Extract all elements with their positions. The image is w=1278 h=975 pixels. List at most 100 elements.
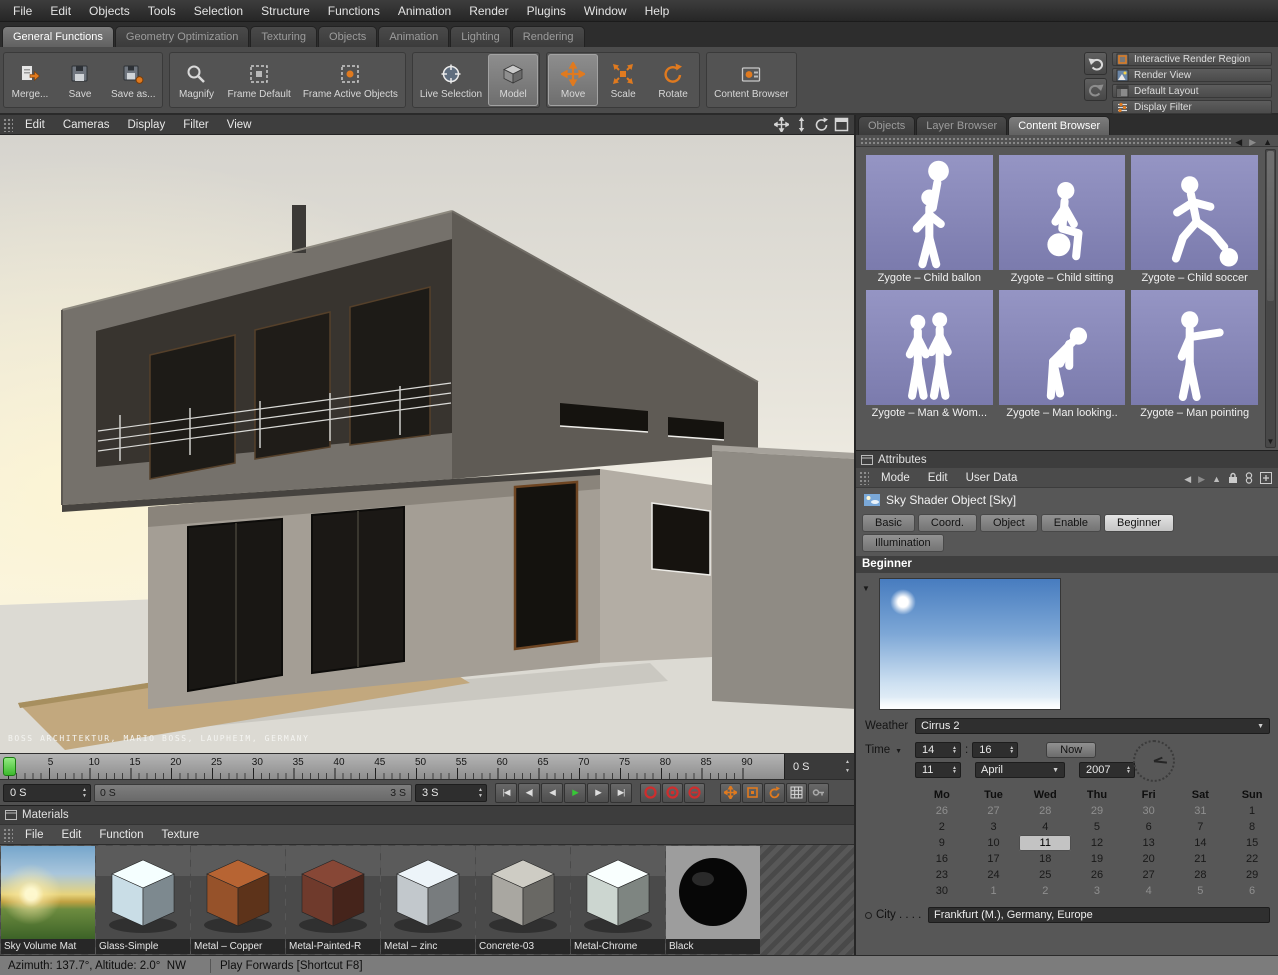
previous-frame-button[interactable]: ◀ <box>541 783 563 803</box>
month-select[interactable]: April <box>975 762 1065 778</box>
record-scale-button[interactable] <box>742 783 763 803</box>
calendar-day[interactable]: 29 <box>1226 867 1278 883</box>
dolly-view-icon[interactable] <box>794 117 809 132</box>
palette-tab-objects[interactable]: Objects <box>318 26 377 47</box>
goto-end-button[interactable]: ▶| <box>610 783 632 803</box>
time-expander-icon[interactable] <box>890 744 902 756</box>
viewport-3d[interactable]: BOSS ARCHITEKTUR, MARIO BOSS, LAUPHEIM, … <box>0 135 854 753</box>
day-field[interactable]: 11 <box>915 762 961 778</box>
goto-start-button[interactable]: |◀ <box>495 783 517 803</box>
live-selection-button[interactable]: Live Selection <box>414 54 488 106</box>
content-item-zygote-child-ballon[interactable]: Zygote – Child ballon <box>866 155 993 284</box>
material-concrete-03[interactable]: Concrete-03 <box>476 846 570 954</box>
palette-tab-animation[interactable]: Animation <box>378 26 449 47</box>
content-item-zygote-child-sitting[interactable]: Zygote – Child sitting <box>999 155 1126 284</box>
menu-tools[interactable]: Tools <box>139 0 185 22</box>
menu-functions[interactable]: Functions <box>319 0 389 22</box>
attribute-up-icon[interactable] <box>1212 469 1221 487</box>
pan-view-icon[interactable] <box>774 117 789 132</box>
record-parameter-button[interactable] <box>786 783 807 803</box>
calendar-day[interactable]: 27 <box>968 803 1020 819</box>
panel-grip[interactable] <box>3 828 13 842</box>
preview-range-slider[interactable]: 0 S 3 S <box>94 784 412 802</box>
attributes-menu-mode[interactable]: Mode <box>872 468 919 488</box>
tab-enable[interactable]: Enable <box>1041 514 1101 532</box>
calendar-day[interactable]: 6 <box>1123 819 1175 835</box>
timeline-frame-field[interactable]: 0 S <box>784 754 854 779</box>
default-layout-button[interactable]: Default Layout <box>1112 84 1272 98</box>
content-item-zygote-man-wom[interactable]: Zygote – Man & Wom... <box>866 290 993 419</box>
tab-object[interactable]: Object <box>980 514 1038 532</box>
attributes-menu-user-data[interactable]: User Data <box>957 468 1027 488</box>
tab-layer-browser[interactable]: Layer Browser <box>916 116 1007 135</box>
next-frame-button[interactable]: ▶ <box>587 783 609 803</box>
material-metal-painted-r[interactable]: Metal-Painted-R <box>286 846 380 954</box>
rotate-button[interactable]: Rotate <box>648 54 698 106</box>
palette-tab-rendering[interactable]: Rendering <box>512 26 585 47</box>
merge-button[interactable]: Merge... <box>5 54 55 106</box>
calendar-day[interactable]: 1 <box>1226 803 1278 819</box>
material-black[interactable]: Black <box>666 846 760 954</box>
city-input[interactable] <box>928 907 1270 923</box>
menu-edit[interactable]: Edit <box>41 0 80 22</box>
tab-coord[interactable]: Coord. <box>918 514 977 532</box>
hour-field[interactable]: 14 <box>915 742 961 758</box>
viewport-menu-cameras[interactable]: Cameras <box>54 115 119 135</box>
palette-tab-general-functions[interactable]: General Functions <box>2 26 114 47</box>
redo-button[interactable] <box>1084 78 1107 101</box>
autokeying-button[interactable] <box>662 783 683 803</box>
menu-render[interactable]: Render <box>460 0 517 22</box>
calendar-day[interactable]: 29 <box>1071 803 1123 819</box>
materials-menu-file[interactable]: File <box>16 825 53 845</box>
viewport-menu-filter[interactable]: Filter <box>174 115 218 135</box>
previous-key-button[interactable]: ◀| <box>518 783 540 803</box>
calendar-day[interactable]: 15 <box>1226 835 1278 851</box>
move-button[interactable]: Move <box>548 54 598 106</box>
materials-menu-function[interactable]: Function <box>90 825 152 845</box>
calendar-day[interactable]: 2 <box>1019 883 1071 899</box>
material-glass-simple[interactable]: Glass-Simple <box>96 846 190 954</box>
viewport-menu-display[interactable]: Display <box>118 115 174 135</box>
minute-field[interactable]: 16 <box>972 742 1018 758</box>
content-item-zygote-child-soccer[interactable]: Zygote – Child soccer <box>1131 155 1258 284</box>
calendar-day[interactable]: 2 <box>916 819 968 835</box>
palette-tab-geometry-optimization[interactable]: Geometry Optimization <box>115 26 249 47</box>
calendar-day[interactable]: 30 <box>1123 803 1175 819</box>
panel-grip[interactable] <box>859 471 869 485</box>
menu-structure[interactable]: Structure <box>252 0 319 22</box>
calendar-day[interactable]: 13 <box>1123 835 1175 851</box>
calendar-day[interactable]: 3 <box>1071 883 1123 899</box>
calendar-day[interactable]: 6 <box>1226 883 1278 899</box>
calendar-day[interactable]: 8 <box>1226 819 1278 835</box>
palette-tab-lighting[interactable]: Lighting <box>450 26 511 47</box>
scale-button[interactable]: Scale <box>598 54 648 106</box>
save-as-button[interactable]: Save as... <box>105 54 161 106</box>
now-button[interactable]: Now <box>1046 742 1096 758</box>
document-end-field[interactable]: 3 S <box>415 784 487 802</box>
current-frame-field[interactable]: 0 S <box>3 784 91 802</box>
tab-objects[interactable]: Objects <box>858 116 915 135</box>
frame-active-objects-button[interactable]: Frame Active Objects <box>297 54 404 106</box>
material-metal-chrome[interactable]: Metal-Chrome <box>571 846 665 954</box>
menu-file[interactable]: File <box>4 0 41 22</box>
viewport-menu-edit[interactable]: Edit <box>16 115 54 135</box>
play-forwards-button[interactable]: ▶ <box>564 783 586 803</box>
calendar-day[interactable]: 19 <box>1071 851 1123 867</box>
tab-content-browser[interactable]: Content Browser <box>1008 116 1110 135</box>
model-button[interactable]: Model <box>488 54 538 106</box>
frame-default-button[interactable]: Frame Default <box>221 54 296 106</box>
scrollbar-thumb[interactable] <box>1267 151 1274 301</box>
calendar-day[interactable]: 17 <box>968 851 1020 867</box>
content-item-zygote-man-looking[interactable]: Zygote – Man looking.. <box>999 290 1126 419</box>
interactive-render-region-button[interactable]: Interactive Render Region <box>1112 52 1272 66</box>
calendar-day[interactable]: 10 <box>968 835 1020 851</box>
calendar-day[interactable]: 3 <box>968 819 1020 835</box>
maximize-view-icon[interactable] <box>834 117 849 132</box>
calendar-day[interactable]: 9 <box>916 835 968 851</box>
record-position-button[interactable] <box>720 783 741 803</box>
calendar-day[interactable]: 11 <box>1019 835 1071 851</box>
calendar-day[interactable]: 4 <box>1123 883 1175 899</box>
calendar-day[interactable]: 1 <box>968 883 1020 899</box>
double-circle-icon[interactable] <box>1245 472 1253 484</box>
preview-expander[interactable] <box>862 578 870 710</box>
